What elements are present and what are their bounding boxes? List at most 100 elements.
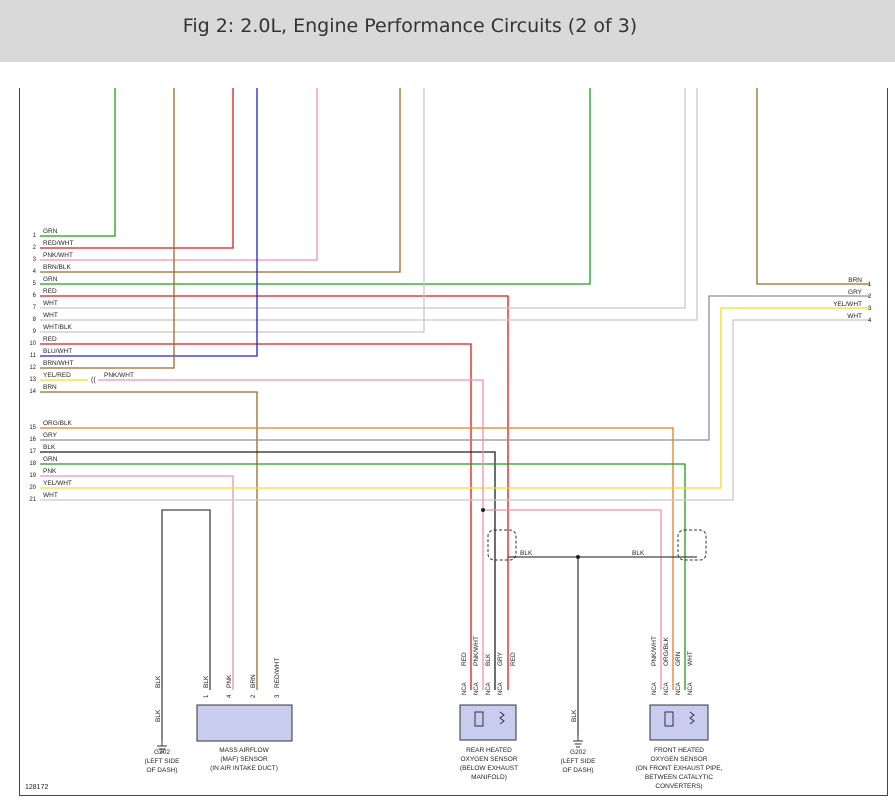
front-o2-nca: NCA <box>664 682 670 695</box>
left-wire-label: BRN/BLK <box>43 264 71 271</box>
wire-7 <box>40 88 686 309</box>
left-wire-label: GRY <box>43 432 58 439</box>
wire-2 <box>40 88 234 249</box>
front-o2-wire-label: WHT <box>687 651 694 666</box>
g202-mid-wire-label: BLK <box>571 709 578 722</box>
right-pin-number: 1 <box>868 282 872 288</box>
rear-o2-nca: NCA <box>474 682 480 695</box>
left-pin-number: 13 <box>29 377 36 383</box>
front-o2-name-line: FRONT HEATED <box>654 747 704 754</box>
left-pin-number: 4 <box>33 269 37 275</box>
rear-o2-nca: NCA <box>498 682 504 695</box>
rear-o2-wire-label: GRY <box>497 651 504 666</box>
right-wire-label: WHT <box>847 313 862 320</box>
left-wire-label: BLU/WHT <box>43 348 72 355</box>
wire-10 <box>40 343 472 690</box>
figure-id: 128172 <box>25 784 48 791</box>
left-wire-label: YEL/WHT <box>43 480 72 487</box>
wire-5 <box>40 88 591 285</box>
front-o2-name-line: OXYGEN SENSOR <box>650 756 707 763</box>
front-o2-nca: NCA <box>652 682 658 695</box>
left-wire-label: PNK/WHT <box>43 252 73 259</box>
left-pin-number: 3 <box>33 257 37 263</box>
g202-left-wire-label: BLK <box>155 709 162 722</box>
ground-icon <box>573 735 583 748</box>
rear-o2-name-line: MANIFOLD) <box>471 774 507 781</box>
wire-11 <box>40 88 258 357</box>
maf-wire-label: BLK <box>203 675 210 688</box>
left-wire-label: GRN <box>43 228 58 235</box>
rear-o2-wire-label: RED <box>510 652 517 666</box>
g202-left-wire-label: BLK <box>155 675 162 688</box>
shield-icon <box>677 529 707 561</box>
left-wire-label: GRN <box>43 276 58 283</box>
right-wire-label: GRY <box>848 289 863 296</box>
rear-o2-name-line: OXYGEN SENSOR <box>460 756 517 763</box>
left-pin-number: 6 <box>33 293 37 299</box>
ground-bus-label: BLK <box>632 550 645 557</box>
wire-8 <box>40 88 698 321</box>
left-pin-number: 5 <box>33 281 37 287</box>
left-pin-number: 11 <box>30 353 37 359</box>
g202-left-name-line: (LEFT SIDE <box>145 758 181 765</box>
maf-name-line: (IN AIR INTAKE DUCT) <box>210 765 278 772</box>
left-pin-number: 12 <box>29 365 36 371</box>
left-pin-number: 16 <box>29 437 36 443</box>
left-wire-label: BRN <box>43 384 57 391</box>
rear-o2-wire-label: RED <box>461 652 468 666</box>
left-wire-label: ORG/BLK <box>43 420 73 427</box>
left-pin-number: 19 <box>29 473 36 479</box>
left-pin-number: 8 <box>33 317 37 323</box>
left-pin-number: 21 <box>29 497 36 503</box>
maf-pin-number: 1 <box>204 694 210 698</box>
wire-13-pnk <box>98 379 484 690</box>
left-wire-label: WHT <box>43 492 58 499</box>
splice-dot <box>576 555 580 559</box>
rear-o2-nca: NCA <box>486 682 492 695</box>
g202-mid-name-line: (LEFT SIDE <box>561 758 597 765</box>
rear-o2-name-line: (BELOW EXHAUST <box>460 765 518 772</box>
left-wire-label: RED <box>43 336 57 343</box>
maf-pin-number: 3 <box>275 694 281 698</box>
g202-left-name-line: G202 <box>154 749 170 756</box>
maf-ground-loop <box>161 509 211 690</box>
rear-o2-box <box>459 704 517 741</box>
maf-wire-label: PNK <box>226 674 233 688</box>
rear-o2-name-line: REAR HEATED <box>466 747 512 754</box>
left-pin-number: 1 <box>33 233 37 239</box>
g202-left-name-line: OF DASH) <box>146 767 177 774</box>
maf-pin-number: 4 <box>227 694 233 698</box>
wire-18 <box>40 463 686 690</box>
splice-wire-label: PNK/WHT <box>104 372 134 379</box>
maf-sensor-box <box>196 704 293 742</box>
right-pin-number: 4 <box>868 318 872 324</box>
left-pin-number: 14 <box>29 389 36 395</box>
left-wire-label: WHT/BLK <box>43 324 73 331</box>
rear-o2-wire-label: BLK <box>485 653 492 666</box>
wire-19 <box>40 475 234 690</box>
left-pin-number: 9 <box>33 329 37 335</box>
splice-mark: (( <box>91 377 96 384</box>
left-pin-number: 17 <box>29 449 36 455</box>
wires <box>40 88 870 740</box>
wire-21 <box>40 319 870 501</box>
right-pin-number: 2 <box>868 294 872 300</box>
right-pin-number: 3 <box>868 306 872 312</box>
left-pin-number: 2 <box>33 245 37 251</box>
rear-o2-wire-label: PNK/WHT <box>473 636 480 666</box>
title-bar: Fig 2: 2.0L, Engine Performance Circuits… <box>0 0 895 62</box>
left-wire-label: WHT <box>43 300 58 307</box>
maf-name-line: MASS AIRFLOW <box>219 747 269 754</box>
left-wire-label: RED <box>43 288 57 295</box>
left-wire-label: YEL/RED <box>43 372 71 379</box>
shield-icon <box>487 529 517 561</box>
front-o2-nca: NCA <box>688 682 694 695</box>
right-wire-label: YEL/WHT <box>833 301 862 308</box>
front-o2-wire-label: PNK/WHT <box>651 636 658 666</box>
maf-wire-label: RED/WHT <box>274 658 281 688</box>
wiring-diagram: 1 GRN 2 RED/WHT 3 PNK/WHT 4 BRN/BLK 5 GRN 6 RED 7 WHT… <box>19 88 888 796</box>
left-wire-label: PNK <box>43 468 57 475</box>
front-o2-name-line: (ON FRONT EXHAUST PIPE, <box>636 765 723 772</box>
front-o2-name-line: BETWEEN CATALYTIC <box>645 774 714 781</box>
rear-o2-nca: NCA <box>462 682 468 695</box>
